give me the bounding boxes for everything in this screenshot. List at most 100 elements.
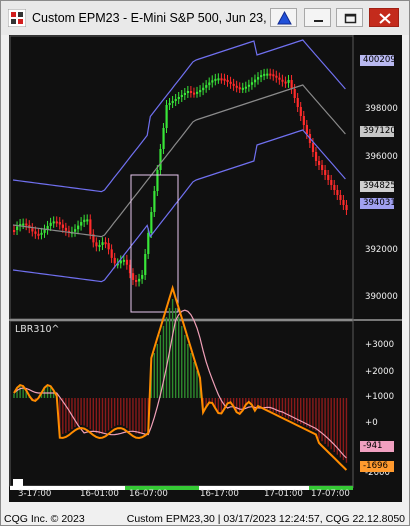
price-bar [281, 79, 284, 82]
price-bar [61, 224, 64, 228]
copyright-text: CQG Inc. © 2023 [4, 513, 85, 525]
cqg-app-icon [8, 9, 26, 27]
oscillator-tick: +1000 [365, 392, 395, 402]
price-bar [165, 105, 168, 128]
price-bar [101, 242, 104, 246]
price-bar [107, 243, 110, 250]
price-bar [299, 107, 302, 116]
price-bar [324, 170, 327, 175]
price-bar [208, 82, 211, 86]
price-bar [31, 228, 34, 232]
price-bar [290, 80, 293, 89]
price-bar [266, 73, 269, 76]
price-bar [345, 205, 348, 210]
time-tick: 17-01:00 [264, 489, 303, 499]
price-bar [58, 222, 61, 225]
price-bar [141, 275, 144, 279]
price-bar [305, 125, 308, 134]
price-bar [318, 161, 321, 165]
price-bar [162, 128, 165, 149]
price-bar [229, 81, 232, 84]
price-bar [43, 229, 46, 233]
price-bar [202, 87, 205, 91]
time-tick: 16-01:00 [80, 489, 119, 499]
price-bar [263, 73, 266, 76]
chart-area[interactable]: LBR310^ 398000 396000 392000 390000 4002… [9, 35, 402, 502]
price-bar [241, 87, 244, 90]
price-bar [314, 152, 318, 161]
price-bar [223, 78, 226, 81]
price-bar [25, 223, 28, 226]
price-bar [83, 219, 86, 223]
price-bar [232, 83, 235, 86]
price-bar [275, 75, 278, 78]
price-bar [253, 79, 257, 83]
status-bar: CQG Inc. © 2023 Custom EPM23,30 | 03/17/… [1, 508, 409, 526]
price-bar [220, 78, 223, 81]
close-icon [379, 13, 391, 24]
time-tick: 17-07:00 [311, 489, 350, 499]
middle-band-value-tag: 397120 [360, 126, 396, 137]
price-bar [278, 77, 281, 80]
oscillator-study-label: LBR310^ [15, 324, 60, 335]
maximize-icon [344, 13, 357, 24]
triangle-button[interactable] [270, 8, 297, 27]
price-bar [250, 82, 254, 85]
price-bar [342, 200, 345, 205]
price-bar [260, 75, 263, 78]
price-bar [55, 221, 58, 224]
price-bar [183, 93, 186, 95]
time-tick: 16-07:00 [129, 489, 168, 499]
price-bar [214, 78, 217, 81]
window-title: Custom EPM23 - E-Mini S&P 500, Jun 23, 3… [32, 11, 268, 25]
price-bar [336, 190, 339, 195]
minimize-button[interactable] [304, 8, 331, 27]
price-bar [113, 257, 116, 264]
price-bar [131, 273, 135, 280]
triangle-icon [277, 10, 292, 25]
price-bar [186, 91, 190, 93]
price-bar [153, 191, 156, 212]
price-bar [272, 74, 275, 77]
price-bar [22, 223, 25, 226]
price-bar [77, 225, 80, 230]
price-tick: 392000 [365, 245, 398, 255]
price-bar [13, 230, 16, 232]
price-bar [177, 97, 180, 99]
price-bar [226, 79, 229, 82]
price-bar [330, 180, 333, 185]
price-bar [205, 85, 208, 88]
price-bar [339, 195, 342, 200]
oscillator-tick: +0 [365, 418, 378, 428]
price-bar [293, 89, 296, 98]
price-bar [150, 212, 153, 233]
price-bar [269, 73, 272, 76]
price-bar [302, 116, 305, 125]
title-bar[interactable]: Custom EPM23 - E-Mini S&P 500, Jun 23, 3… [1, 1, 409, 35]
price-bar [321, 165, 324, 170]
lower-band-value-tag: 394031 [360, 198, 396, 209]
price-bar [138, 278, 141, 282]
price-bar [244, 86, 247, 89]
price-bar [89, 219, 92, 235]
chart-window: Custom EPM23 - E-Mini S&P 500, Jun 23, 3… [0, 0, 410, 526]
price-bar [174, 99, 177, 101]
price-bar [156, 170, 159, 191]
price-bar [34, 231, 37, 234]
price-bar [257, 77, 260, 80]
close-button[interactable] [369, 8, 399, 27]
price-bar [287, 80, 290, 83]
price-bar [86, 219, 89, 222]
lower-band-line [12, 129, 346, 283]
upper-band-line [12, 39, 346, 193]
price-bar [16, 226, 19, 230]
maximize-button[interactable] [336, 8, 363, 27]
price-bar [284, 81, 287, 84]
price-bar [296, 98, 299, 107]
price-bar [64, 227, 68, 231]
price-bar [196, 91, 199, 94]
price-bar [98, 245, 101, 248]
oscillator-line [13, 284, 348, 471]
price-bar [40, 232, 43, 235]
price-chart[interactable] [9, 35, 402, 502]
